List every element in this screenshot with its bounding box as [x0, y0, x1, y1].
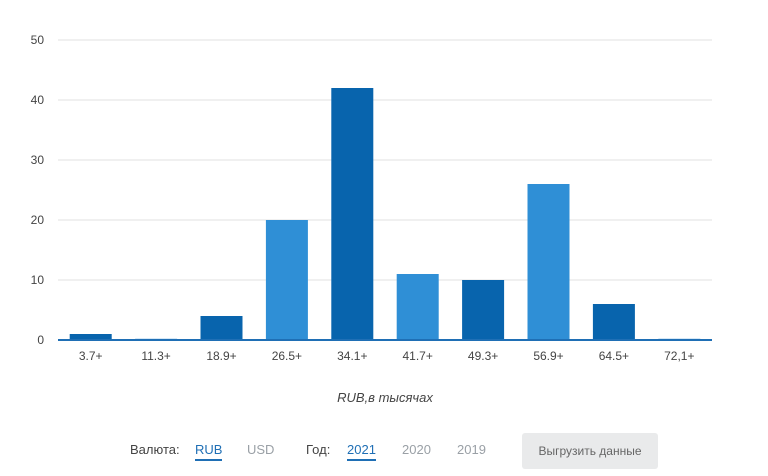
- year-option-2020[interactable]: 2020: [402, 442, 431, 457]
- bar[interactable]: [592, 304, 635, 340]
- export-data-button[interactable]: Выгрузить данные: [522, 433, 658, 469]
- year-option-2019[interactable]: 2019: [457, 442, 486, 457]
- x-tick-label: 3.7+: [79, 349, 103, 363]
- bar[interactable]: [527, 184, 570, 340]
- chart-controls: Валюта: RUB USD Год: 2021 2020 2019 Выгр…: [0, 430, 768, 470]
- y-tick-label: 10: [31, 273, 45, 287]
- y-tick-label: 30: [31, 153, 45, 167]
- y-tick-label: 20: [31, 213, 45, 227]
- year-option-2021[interactable]: 2021: [347, 442, 376, 461]
- bars: [69, 88, 701, 340]
- bar[interactable]: [331, 88, 374, 340]
- currency-label: Валюта:: [130, 442, 180, 457]
- x-tick-label: 72,1+: [664, 349, 694, 363]
- x-tick-label: 34.1+: [337, 349, 367, 363]
- bar[interactable]: [200, 316, 243, 340]
- x-axis-ticks: 3.7+ 11.3+ 18.9+ 26.5+ 34.1+ 41.7+ 49.3+ 56.9+ 6…: [79, 349, 695, 363]
- year-label: Год:: [306, 442, 331, 457]
- x-tick-label: 49.3+: [468, 349, 498, 363]
- x-tick-label: 41.7+: [403, 349, 433, 363]
- x-axis-label: RUB,в тысячах: [337, 390, 433, 405]
- bar[interactable]: [265, 220, 308, 340]
- y-tick-label: 40: [31, 93, 45, 107]
- y-tick-label: 50: [31, 33, 45, 47]
- x-tick-label: 26.5+: [272, 349, 302, 363]
- x-tick-label: 64.5+: [599, 349, 629, 363]
- y-axis-ticks: 0 10 20 30 40 50: [31, 33, 45, 347]
- x-tick-label: 56.9+: [533, 349, 563, 363]
- y-tick-label: 0: [37, 333, 44, 347]
- x-tick-label: 11.3+: [141, 349, 170, 363]
- x-tick-label: 18.9+: [206, 349, 236, 363]
- currency-option-rub[interactable]: RUB: [195, 442, 223, 461]
- bar[interactable]: [396, 274, 439, 340]
- currency-option-usd[interactable]: USD: [247, 442, 274, 457]
- histogram-chart: 0 10 20 30 40 50 3.7+ 11.3+ 18.9+ 26.5+ 34.1+ 41.7…: [31, 33, 712, 405]
- gridlines: [58, 39, 712, 281]
- bar[interactable]: [462, 280, 505, 340]
